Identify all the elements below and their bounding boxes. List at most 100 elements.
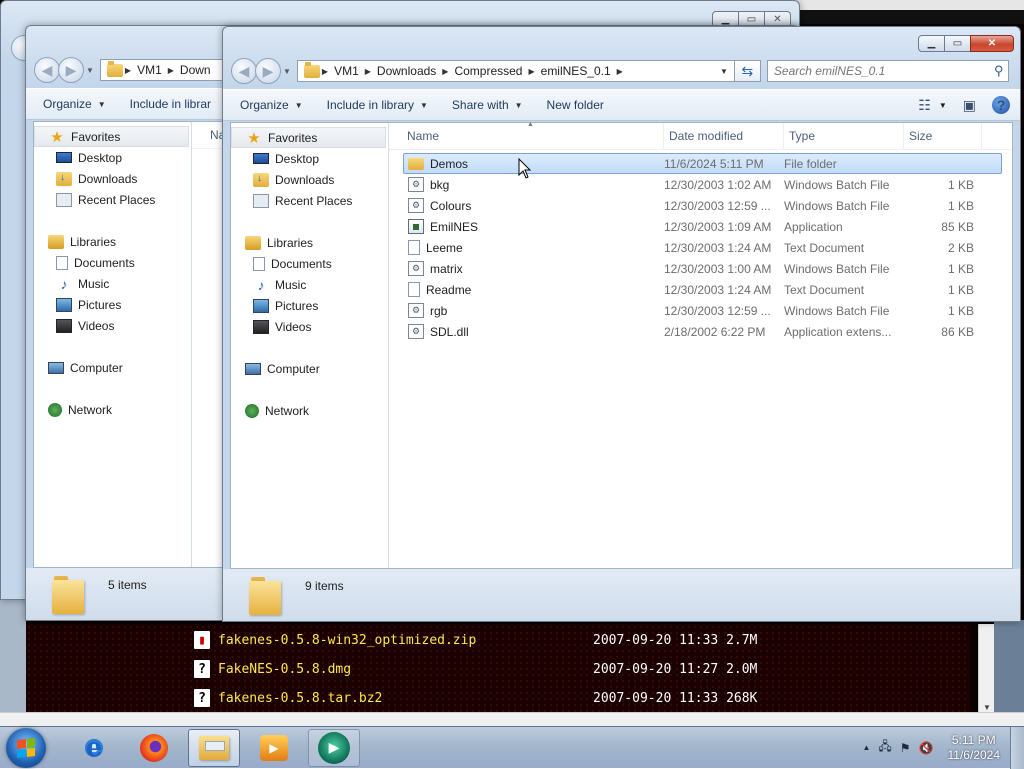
- minimize-button[interactable]: ▁: [918, 35, 945, 52]
- nav-computer[interactable]: Computer: [34, 357, 191, 378]
- organize-menu[interactable]: Organize ▼: [43, 97, 106, 111]
- nav-computer[interactable]: Computer: [231, 358, 388, 379]
- address-history-dropdown-icon[interactable]: ▼: [714, 61, 734, 81]
- forward-button[interactable]: ▶: [58, 57, 84, 83]
- maximize-button[interactable]: ▭: [944, 35, 971, 52]
- address-bar[interactable]: ▶ VM1 ▶ Downloads ▶ Compressed ▶ emilNES…: [296, 60, 735, 82]
- file-name[interactable]: rgb: [430, 304, 447, 318]
- nav-downloads[interactable]: Downloads: [231, 169, 388, 190]
- help-icon[interactable]: ?: [992, 96, 1010, 114]
- nav-documents[interactable]: Documents: [231, 253, 388, 274]
- chevron-right-icon[interactable]: ▶: [365, 67, 371, 76]
- file-name[interactable]: Leeme: [426, 241, 463, 255]
- taskbar-emulator[interactable]: ▶: [308, 728, 360, 767]
- taskbar-firefox[interactable]: [128, 729, 180, 767]
- file-name[interactable]: Readme: [426, 283, 471, 297]
- recent-pages-dropdown-icon[interactable]: ▼: [283, 67, 291, 76]
- column-header-date-modified[interactable]: Date modified: [664, 122, 784, 150]
- file-row-demos[interactable]: Demos 11/6/2024 5:11 PM File folder: [403, 153, 1002, 174]
- search-icon[interactable]: ⚲: [990, 63, 1008, 79]
- explorer-window-active[interactable]: ▁ ▭ ✕ ◀ ▶ ▼ ▶ VM1 ▶ Downloads ▶ Compress…: [222, 26, 1021, 622]
- background-listing-row[interactable]: ? FakeNES-0.5.8.dmg 2007-09-20 11:27 2.0…: [194, 659, 757, 679]
- view-dropdown-icon[interactable]: ▼: [939, 101, 947, 110]
- chevron-right-icon[interactable]: ▶: [125, 66, 131, 75]
- listing-filename[interactable]: fakenes-0.5.8.tar.bz2: [218, 691, 593, 706]
- nav-favorites[interactable]: ★ Favorites: [34, 126, 189, 147]
- volume-muted-icon[interactable]: 🔇: [919, 741, 934, 755]
- share-with-menu[interactable]: Share with ▼: [452, 98, 523, 112]
- refresh-button[interactable]: ⇆: [734, 60, 761, 82]
- back-button[interactable]: ◀: [34, 57, 60, 83]
- nav-music[interactable]: ♪ Music: [231, 274, 388, 295]
- nav-desktop[interactable]: Desktop: [34, 147, 191, 168]
- nav-videos[interactable]: Videos: [34, 315, 191, 336]
- background-listing-row[interactable]: ? fakenes-0.5.8.tar.bz2 2007-09-20 11:33…: [194, 688, 757, 708]
- file-name[interactable]: Demos: [430, 157, 468, 171]
- back-button[interactable]: ◀: [231, 58, 257, 84]
- nav-music[interactable]: ♪ Music: [34, 273, 191, 294]
- file-row-colours[interactable]: ⚙ Colours 12/30/2003 12:59 ... Windows Ba…: [403, 195, 1002, 216]
- nav-documents[interactable]: Documents: [34, 252, 191, 273]
- breadcrumb-item[interactable]: Downloads: [377, 64, 436, 78]
- file-row-bkg[interactable]: ⚙ bkg 12/30/2003 1:02 AM Windows Batch Fi…: [403, 174, 1002, 195]
- scroll-down-arrow-icon[interactable]: ▼: [979, 703, 995, 712]
- taskbar-internet-explorer[interactable]: e: [68, 729, 120, 767]
- background-listing-row[interactable]: ▮ fakenes-0.5.8-win32_optimized.zip 2007…: [194, 630, 757, 650]
- file-name[interactable]: SDL.dll: [430, 325, 469, 339]
- column-header-type[interactable]: Type: [784, 122, 904, 150]
- action-center-flag-icon[interactable]: ⚑: [900, 741, 911, 755]
- nav-libraries[interactable]: Libraries: [34, 231, 191, 252]
- breadcrumb-item[interactable]: Compressed: [454, 64, 522, 78]
- start-button[interactable]: [6, 727, 46, 768]
- chevron-right-icon[interactable]: ▶: [442, 67, 448, 76]
- nav-recent-places[interactable]: Recent Places: [34, 189, 191, 210]
- nav-desktop[interactable]: Desktop: [231, 148, 388, 169]
- taskbar-windows-explorer[interactable]: [188, 728, 240, 767]
- organize-menu[interactable]: Organize ▼: [240, 98, 303, 112]
- nav-network[interactable]: Network: [34, 399, 191, 420]
- nav-videos[interactable]: Videos: [231, 316, 388, 337]
- file-row-rgb[interactable]: ⚙ rgb 12/30/2003 12:59 ... Windows Batch …: [403, 300, 1002, 321]
- file-row-leeme[interactable]: Leeme 12/30/2003 1:24 AM Text Document 2…: [403, 237, 1002, 258]
- nav-libraries[interactable]: Libraries: [231, 232, 388, 253]
- file-row-matrix[interactable]: ⚙ matrix 12/30/2003 1:00 AM Windows Batch…: [403, 258, 1002, 279]
- search-input[interactable]: [773, 64, 990, 78]
- include-in-library-menu[interactable]: Include in library ▼: [327, 98, 428, 112]
- nav-pictures[interactable]: Pictures: [231, 295, 388, 316]
- new-folder-button[interactable]: New folder: [547, 98, 604, 112]
- file-row-readme[interactable]: Readme 12/30/2003 1:24 AM Text Document …: [403, 279, 1002, 300]
- listing-filename[interactable]: FakeNES-0.5.8.dmg: [218, 662, 593, 677]
- breadcrumb-item[interactable]: Down: [180, 63, 211, 77]
- breadcrumb-item[interactable]: emilNES_0.1: [541, 64, 611, 78]
- chevron-right-icon[interactable]: ▶: [168, 66, 174, 75]
- file-name[interactable]: bkg: [430, 178, 449, 192]
- file-name[interactable]: Colours: [430, 199, 471, 213]
- include-in-library-menu[interactable]: Include in librar: [130, 97, 211, 111]
- file-name[interactable]: matrix: [430, 262, 463, 276]
- file-row-sdl-dll[interactable]: ⚙ SDL.dll 2/18/2002 6:22 PM Application e…: [403, 321, 1002, 342]
- nav-downloads[interactable]: Downloads: [34, 168, 191, 189]
- chevron-right-icon[interactable]: ▶: [528, 67, 534, 76]
- file-row-emilnes[interactable]: EmilNES 12/30/2003 1:09 AM Application 8…: [403, 216, 1002, 237]
- change-view-icon[interactable]: ☷: [918, 97, 931, 114]
- preview-pane-icon[interactable]: ▣: [963, 97, 976, 114]
- background-scrollbar[interactable]: ▼: [978, 624, 994, 714]
- taskbar-media-player[interactable]: ▶: [248, 729, 300, 767]
- file-name[interactable]: EmilNES: [430, 220, 478, 234]
- nav-network[interactable]: Network: [231, 400, 388, 421]
- network-status-icon[interactable]: 🖧: [878, 737, 891, 758]
- close-button[interactable]: ✕: [970, 35, 1014, 52]
- breadcrumb-item[interactable]: VM1: [137, 63, 162, 77]
- show-desktop-button[interactable]: [1010, 726, 1024, 769]
- nav-recent-places[interactable]: Recent Places: [231, 190, 388, 211]
- column-header-size[interactable]: Size: [904, 122, 982, 150]
- breadcrumb-item[interactable]: VM1: [334, 64, 359, 78]
- recent-pages-dropdown-icon[interactable]: ▼: [86, 66, 94, 75]
- search-box[interactable]: ⚲: [766, 60, 1009, 82]
- show-hidden-icons-icon[interactable]: ▲: [862, 743, 870, 752]
- nav-pictures[interactable]: Pictures: [34, 294, 191, 315]
- listing-filename[interactable]: fakenes-0.5.8-win32_optimized.zip: [218, 633, 593, 648]
- forward-button[interactable]: ▶: [255, 58, 281, 84]
- chevron-right-icon[interactable]: ▶: [322, 67, 328, 76]
- nav-favorites[interactable]: ★ Favorites: [231, 127, 386, 148]
